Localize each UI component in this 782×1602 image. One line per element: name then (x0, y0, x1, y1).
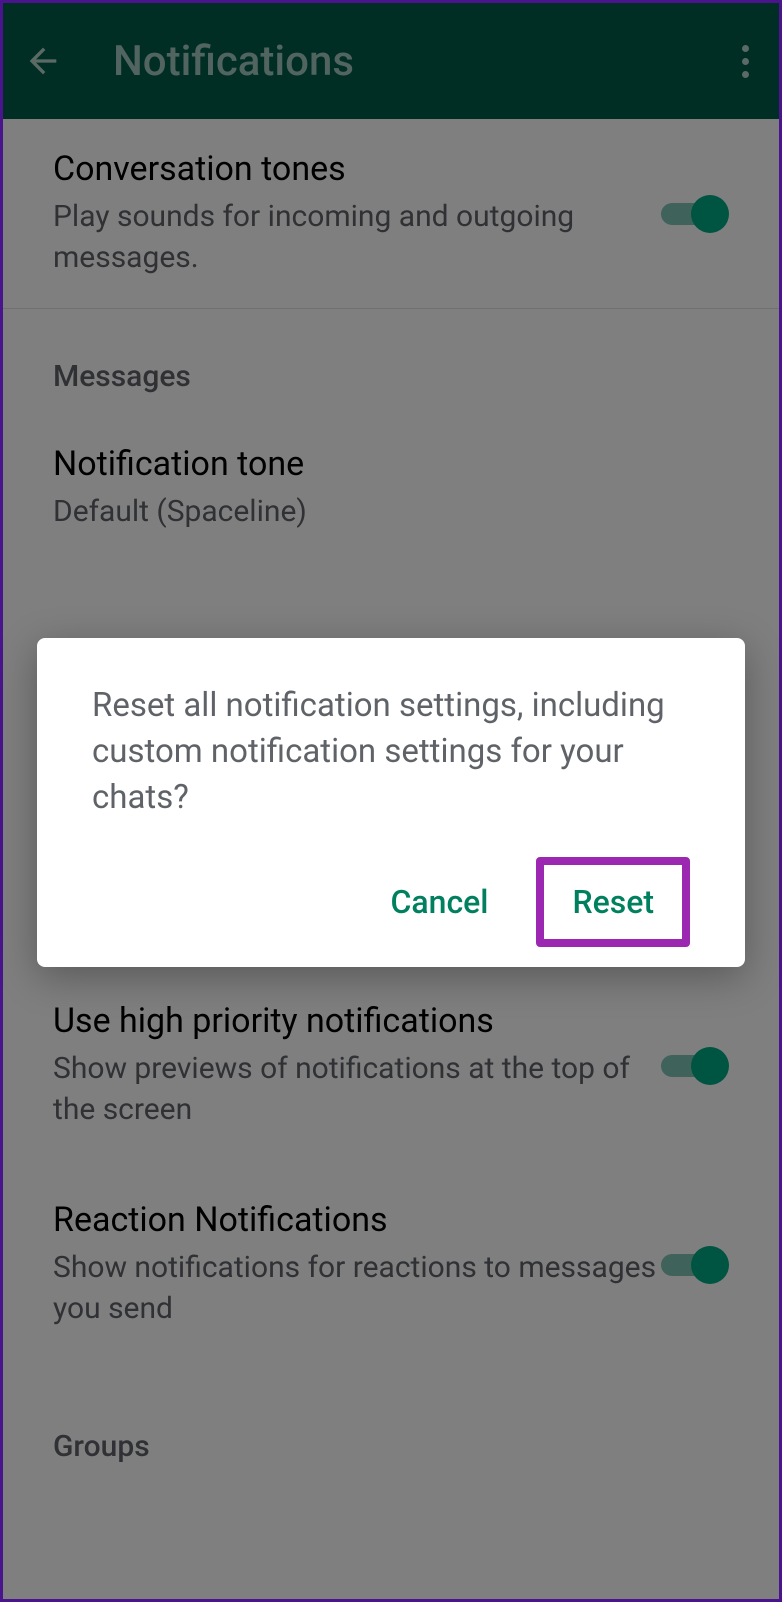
dialog-actions: Cancel Reset (92, 857, 690, 947)
cancel-button[interactable]: Cancel (363, 865, 517, 939)
dialog-message: Reset all notification settings, includi… (92, 683, 690, 822)
reset-highlight: Reset (536, 857, 690, 947)
reset-dialog: Reset all notification settings, includi… (37, 638, 745, 967)
reset-button[interactable]: Reset (544, 865, 682, 939)
